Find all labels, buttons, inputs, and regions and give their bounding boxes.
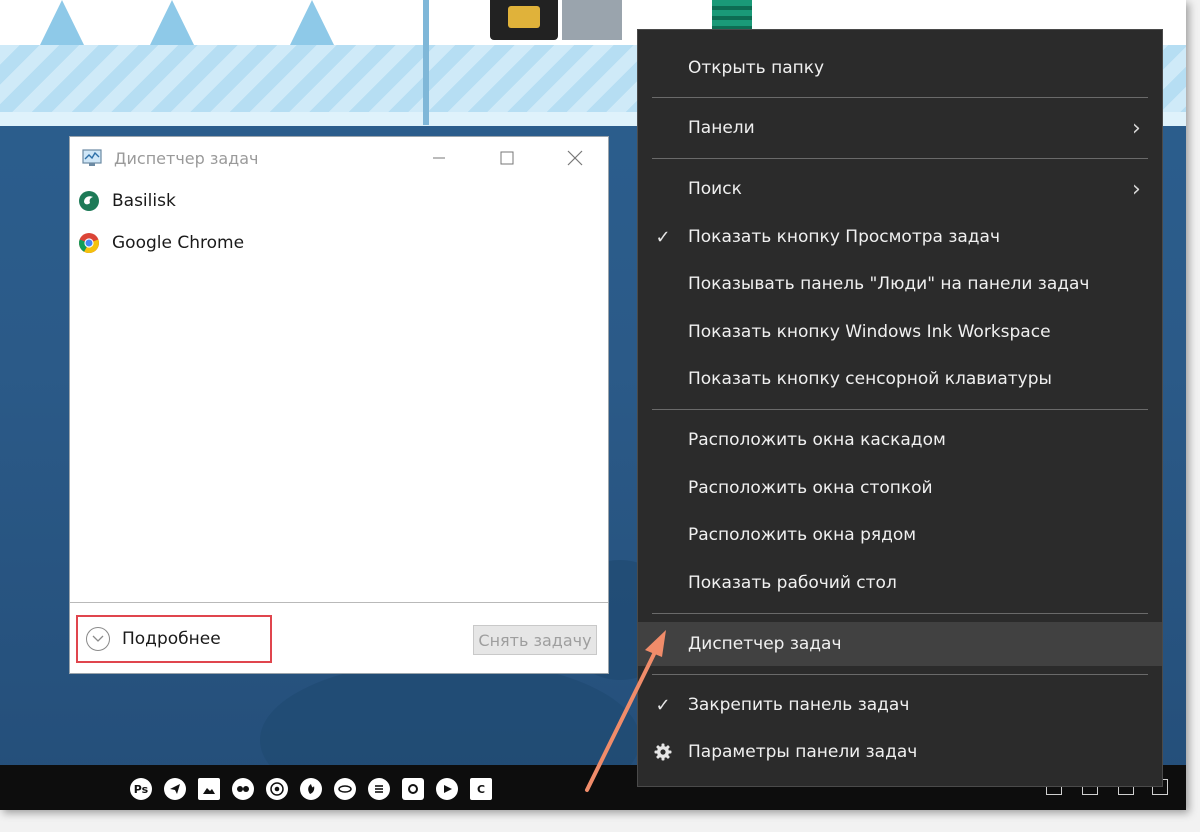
maximize-button[interactable] [490, 145, 524, 171]
menu-separator [652, 674, 1148, 675]
menu-item-label: Поиск [688, 179, 742, 199]
check-icon: ✓ [655, 694, 671, 716]
menu-item-show-ink-workspace[interactable]: Показать кнопку Windows Ink Workspace [638, 310, 1162, 354]
layers-icon[interactable] [368, 778, 390, 800]
menu-item-open-folder[interactable]: Открыть папку [638, 46, 1162, 90]
task-manager-title: Диспетчер задач [114, 149, 259, 168]
chrome-icon[interactable] [266, 778, 288, 800]
telegram-icon[interactable] [164, 778, 186, 800]
menu-item-label: Показать рабочий стол [688, 573, 897, 593]
menu-item-label: Расположить окна рядом [688, 525, 917, 545]
chevron-right-icon: › [1132, 115, 1141, 141]
task-manager-titlebar[interactable]: Диспетчер задач [70, 137, 608, 179]
wallpaper-post [423, 0, 429, 125]
task-manager-window: Диспетчер задач Basilisk Google Chrome П… [69, 136, 609, 674]
desktop: Диспетчер задач Basilisk Google Chrome П… [0, 0, 1186, 810]
player-icon[interactable] [436, 778, 458, 800]
chevron-right-icon: › [1132, 176, 1141, 202]
wallpaper-tree [150, 0, 194, 45]
settings-icon[interactable] [402, 778, 424, 800]
chevron-down-icon [86, 627, 110, 651]
menu-item-show-touch-keyboard[interactable]: Показать кнопку сенсорной клавиатуры [638, 357, 1162, 401]
menu-item-show-people[interactable]: Показывать панель "Люди" на панели задач [638, 262, 1162, 306]
menu-separator [652, 613, 1148, 614]
app-row-chrome[interactable]: Google Chrome [78, 228, 598, 258]
webcam-icon[interactable] [232, 778, 254, 800]
menu-item-stack[interactable]: Расположить окна стопкой [638, 466, 1162, 510]
menu-item-show-desktop[interactable]: Показать рабочий стол [638, 561, 1162, 605]
wallpaper-character [490, 0, 630, 40]
menu-item-search[interactable]: Поиск › [638, 167, 1162, 211]
wallpaper-tree [290, 0, 334, 45]
menu-item-label: Показать кнопку Windows Ink Workspace [688, 322, 1051, 342]
menu-item-show-task-view[interactable]: ✓ Показать кнопку Просмотра задач [638, 215, 1162, 259]
c-app-icon[interactable]: C [470, 778, 492, 800]
more-details-label: Подробнее [122, 629, 221, 649]
menu-item-label: Панели [688, 118, 755, 138]
check-icon: ✓ [655, 226, 671, 248]
screenshot-stage: Диспетчер задач Basilisk Google Chrome П… [0, 0, 1200, 832]
menu-separator [652, 97, 1148, 98]
footer-divider [70, 602, 608, 603]
firefox-icon[interactable] [300, 778, 322, 800]
menu-item-label: Открыть папку [688, 58, 825, 78]
task-manager-icon [82, 149, 102, 166]
basilisk-icon [79, 191, 99, 211]
wallpaper-tree [40, 0, 84, 45]
menu-item-taskbar-settings[interactable]: Параметры панели задач [638, 730, 1162, 774]
more-details-button[interactable]: Подробнее [76, 615, 272, 663]
menu-item-toolbars[interactable]: Панели › [638, 106, 1162, 150]
menu-separator [652, 158, 1148, 159]
menu-item-label: Показать кнопку Просмотра задач [688, 227, 1001, 247]
menu-separator [652, 409, 1148, 410]
menu-item-label: Параметры панели задач [688, 742, 918, 762]
minimize-button[interactable] [422, 145, 456, 171]
menu-item-cascade[interactable]: Расположить окна каскадом [638, 418, 1162, 462]
menu-item-label: Расположить окна стопкой [688, 478, 933, 498]
photoshop-icon[interactable]: Ps [130, 778, 152, 800]
menu-item-label: Диспетчер задач [688, 634, 842, 654]
menu-item-label: Показать кнопку сенсорной клавиатуры [688, 369, 1052, 389]
basilisk-icon[interactable] [334, 778, 356, 800]
gear-icon [652, 739, 674, 766]
taskbar-context-menu: Открыть папку Панели › Поиск › ✓ Показат… [637, 29, 1163, 787]
app-row-basilisk[interactable]: Basilisk [78, 186, 598, 216]
menu-item-side-by-side[interactable]: Расположить окна рядом [638, 513, 1162, 557]
end-task-button[interactable]: Снять задачу [473, 625, 597, 655]
close-button[interactable] [558, 145, 592, 171]
chrome-icon [79, 233, 99, 254]
menu-item-label: Закрепить панель задач [688, 695, 910, 715]
menu-item-label: Расположить окна каскадом [688, 430, 946, 450]
menu-item-label: Показывать панель "Люди" на панели задач [688, 274, 1090, 294]
minimize-icon [433, 157, 445, 159]
menu-item-task-manager[interactable]: Диспетчер задач [638, 622, 1162, 666]
close-icon [567, 150, 583, 166]
photos-icon[interactable] [198, 778, 220, 800]
app-name: Google Chrome [112, 233, 245, 253]
menu-item-lock-taskbar[interactable]: ✓ Закрепить панель задач [638, 683, 1162, 727]
maximize-icon [500, 151, 514, 165]
app-name: Basilisk [112, 191, 176, 211]
